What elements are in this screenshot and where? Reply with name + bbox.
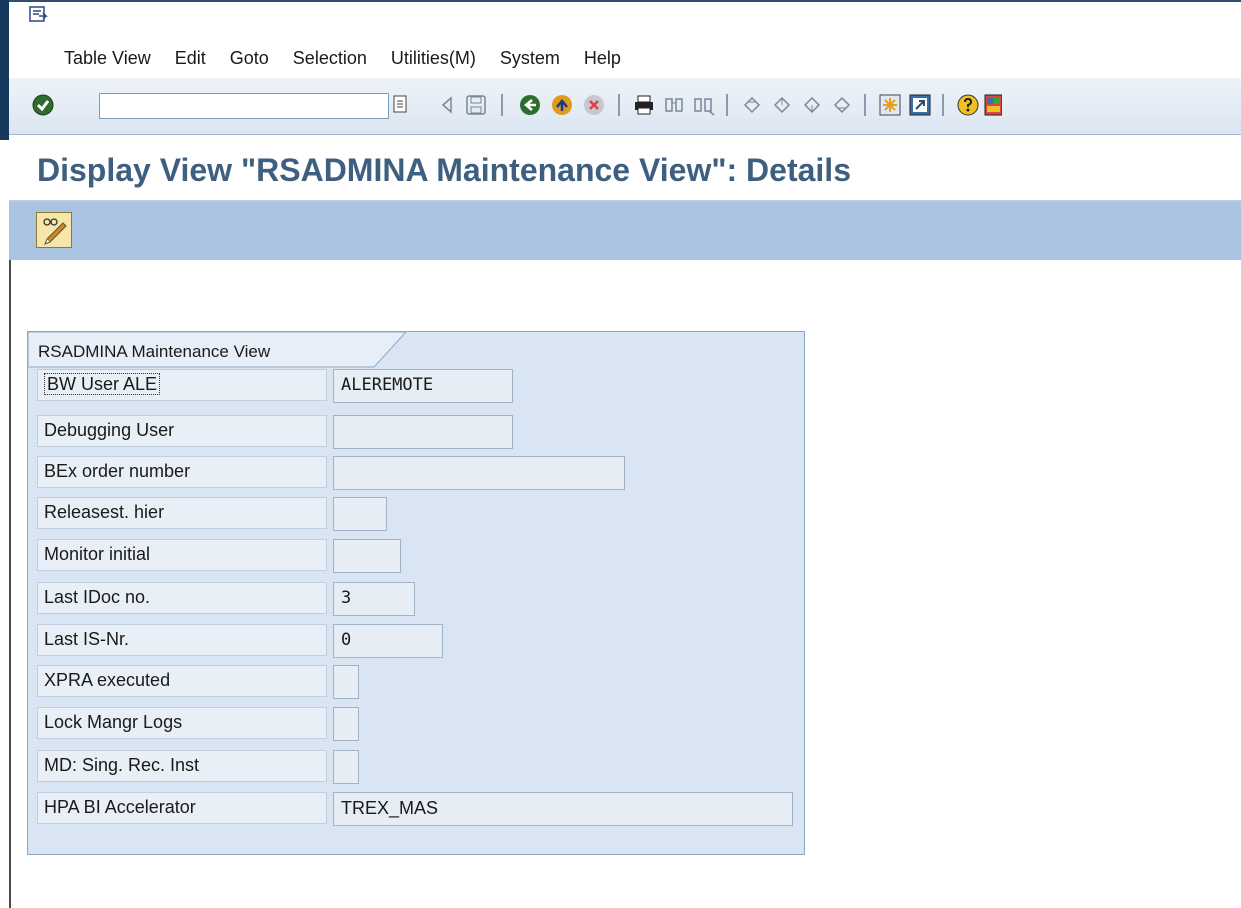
group-title: RSADMINA Maintenance View bbox=[38, 342, 271, 361]
exit-icon[interactable] bbox=[550, 93, 574, 117]
menu-goto[interactable]: Goto bbox=[230, 48, 269, 72]
enter-icon[interactable] bbox=[31, 93, 55, 117]
lock-mangr-logs-field[interactable] bbox=[333, 707, 359, 741]
hpa-bi-accelerator-field[interactable]: TREX_MAS bbox=[333, 792, 793, 826]
back-arrow-icon[interactable] bbox=[435, 93, 459, 117]
toolbar-separator bbox=[942, 94, 944, 116]
field-label: Lock Mangr Logs bbox=[37, 707, 327, 739]
help-icon[interactable] bbox=[956, 93, 980, 117]
menu-selection[interactable]: Selection bbox=[293, 48, 367, 72]
menu-items: Table View Edit Goto Selection Utilities… bbox=[64, 48, 645, 72]
menu-system[interactable]: System bbox=[500, 48, 560, 72]
save-icon[interactable] bbox=[464, 93, 488, 117]
cancel-icon[interactable] bbox=[582, 93, 606, 117]
field-label: Last IDoc no. bbox=[37, 582, 327, 614]
system-menu-icon[interactable] bbox=[29, 6, 49, 24]
last-is-nr-field[interactable]: 0 bbox=[333, 624, 443, 658]
field-label: Last IS-Nr. bbox=[37, 624, 327, 656]
back-icon[interactable] bbox=[518, 93, 542, 117]
bw-user-ale-field[interactable]: ALEREMOTE bbox=[333, 369, 513, 403]
display-change-icon bbox=[43, 218, 67, 245]
find-icon[interactable] bbox=[662, 93, 686, 117]
create-session-icon[interactable] bbox=[878, 93, 902, 117]
title-bar: Display View "RSADMINA Maintenance View"… bbox=[9, 136, 1241, 202]
page-title: Display View "RSADMINA Maintenance View"… bbox=[37, 152, 851, 188]
toolbar-separator bbox=[618, 94, 620, 116]
menu-bar: Table View Edit Goto Selection Utilities… bbox=[9, 0, 1241, 80]
last-page-icon[interactable] bbox=[830, 93, 854, 117]
debugging-user-field[interactable] bbox=[333, 415, 513, 449]
menu-table-view[interactable]: Table View bbox=[64, 48, 151, 72]
previous-page-icon[interactable] bbox=[770, 93, 794, 117]
command-field[interactable] bbox=[99, 93, 389, 119]
field-label: Releasest. hier bbox=[37, 497, 327, 529]
toolbar-separator bbox=[726, 94, 728, 116]
layout-icon[interactable] bbox=[984, 93, 1002, 117]
field-label: BW User ALE bbox=[37, 369, 327, 401]
monitor-initial-field[interactable] bbox=[333, 539, 401, 573]
print-icon[interactable] bbox=[632, 93, 656, 117]
standard-toolbar bbox=[9, 78, 1241, 135]
releasest-hier-field[interactable] bbox=[333, 497, 387, 531]
toolbar-separator bbox=[864, 94, 866, 116]
toolbar-separator bbox=[501, 94, 503, 116]
xpra-executed-field[interactable] bbox=[333, 665, 359, 699]
md-sing-rec-inst-field[interactable] bbox=[333, 750, 359, 784]
last-idoc-no-field[interactable]: 3 bbox=[333, 582, 415, 616]
field-label: Monitor initial bbox=[37, 539, 327, 571]
menu-edit[interactable]: Edit bbox=[175, 48, 206, 72]
display-change-button[interactable] bbox=[36, 212, 72, 248]
first-page-icon[interactable] bbox=[740, 93, 764, 117]
bex-order-number-field[interactable] bbox=[333, 456, 625, 490]
field-label: XPRA executed bbox=[37, 665, 327, 697]
field-label: MD: Sing. Rec. Inst bbox=[37, 750, 327, 782]
field-label: BEx order number bbox=[37, 456, 327, 488]
next-page-icon[interactable] bbox=[800, 93, 824, 117]
application-toolbar bbox=[9, 202, 1241, 260]
command-dropdown-icon[interactable] bbox=[393, 94, 407, 114]
menu-help[interactable]: Help bbox=[584, 48, 621, 72]
shortcut-icon[interactable] bbox=[908, 93, 932, 117]
field-label: Debugging User bbox=[37, 415, 327, 447]
find-next-icon[interactable] bbox=[692, 93, 716, 117]
menu-utilities[interactable]: Utilities(M) bbox=[391, 48, 476, 72]
maintenance-view-group: RSADMINA Maintenance View BW User ALE AL… bbox=[27, 331, 805, 855]
window-accent-bar bbox=[0, 0, 9, 140]
field-label: HPA BI Accelerator bbox=[37, 792, 327, 824]
